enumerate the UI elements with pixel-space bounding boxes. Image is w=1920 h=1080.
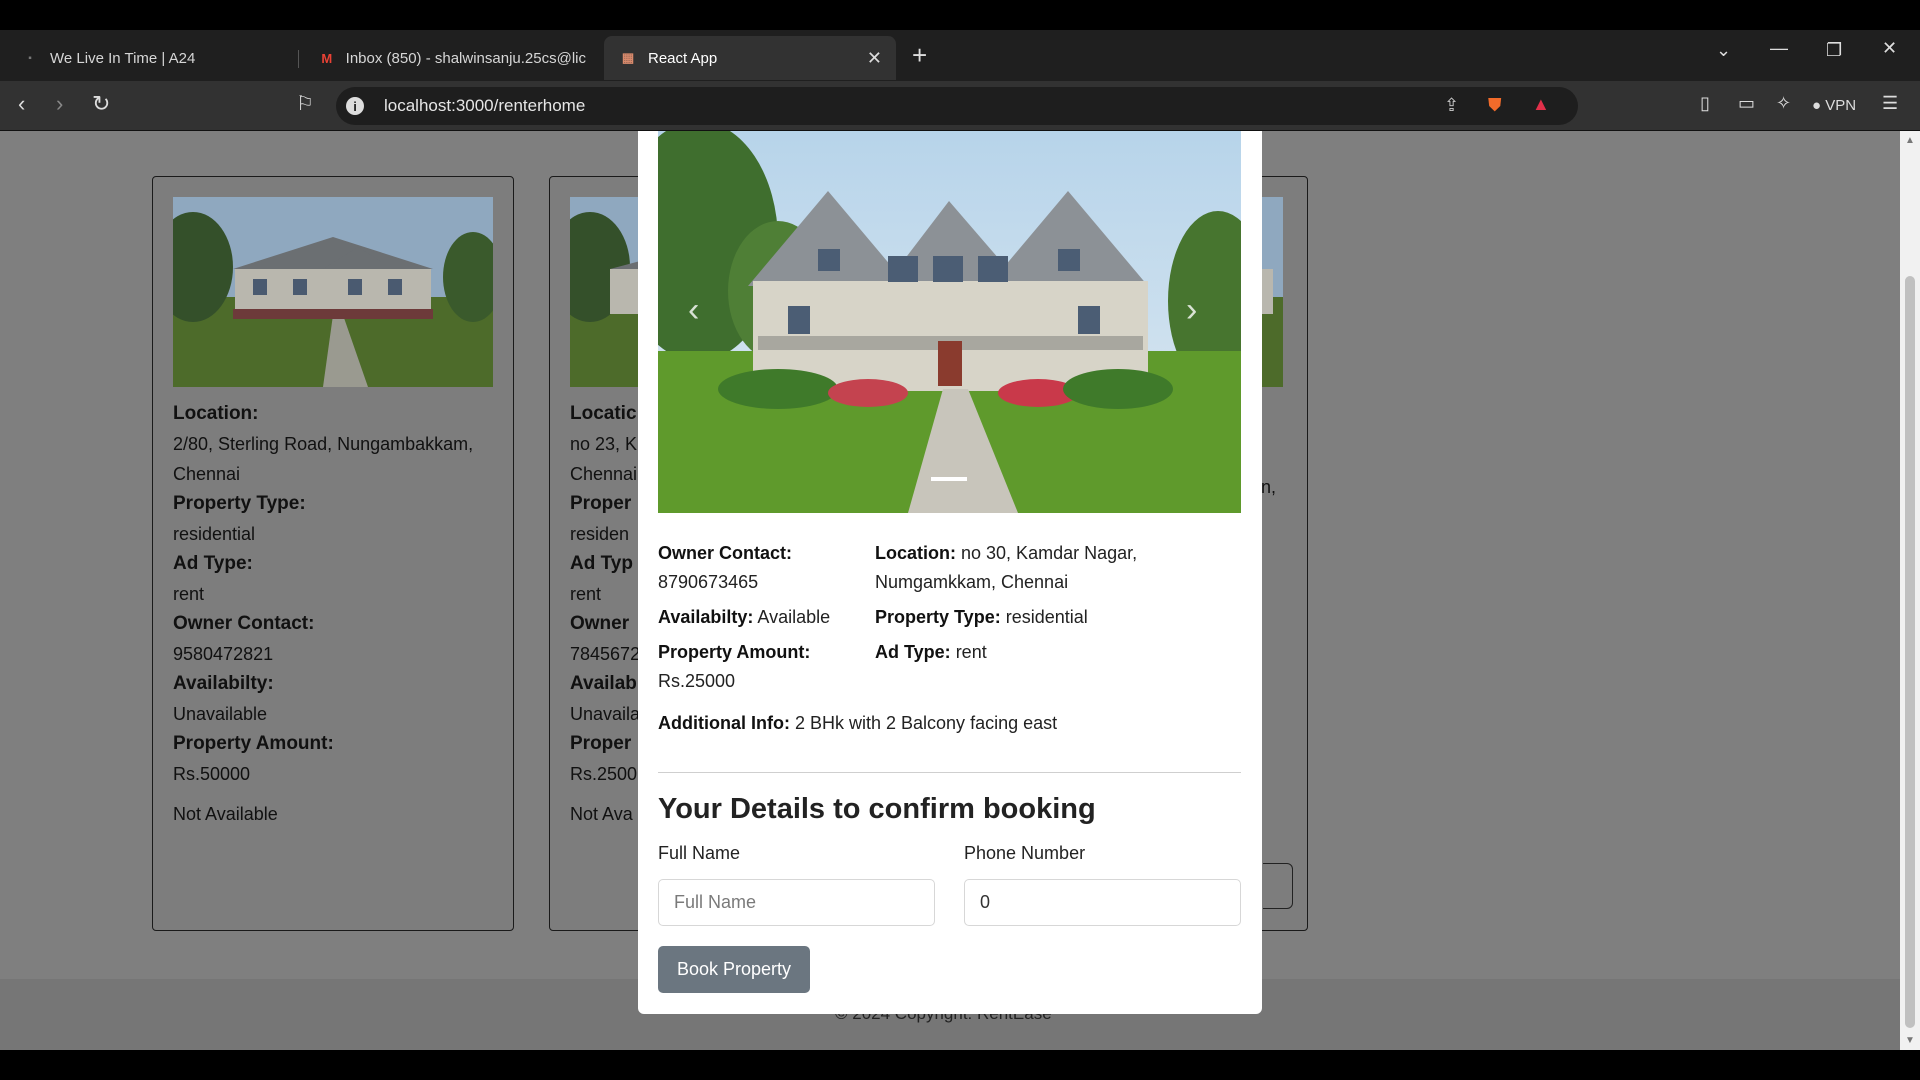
tab-title: React App: [648, 49, 718, 67]
divider: [658, 772, 1241, 773]
tab-react-app[interactable]: ▦ React App ✕: [604, 36, 896, 80]
close-window-icon[interactable]: ✕: [1882, 38, 1897, 59]
full-name-label: Full Name: [658, 843, 741, 863]
bookmark-icon[interactable]: ⚐: [296, 91, 314, 116]
tab-divider: [298, 50, 299, 68]
owner-contact-value: 8790673465: [658, 572, 759, 592]
status-text: Not Available: [173, 804, 278, 824]
screen: ▪ We Live In Time | A24 M Inbox (850) - …: [0, 0, 1920, 1080]
ad-type-row: Ad Type: rent: [875, 638, 1241, 667]
ad-type-label: Ad Type:: [875, 642, 951, 662]
page-scrollbar[interactable]: ▲ ▼: [1900, 131, 1920, 1050]
additional-info-label: Additional Info:: [658, 713, 790, 733]
location-label: Location:: [173, 403, 259, 424]
card-action-button[interactable]: [1263, 863, 1293, 909]
a24-icon: ▪: [28, 52, 32, 64]
availability-label: Availabilty:: [173, 673, 274, 694]
site-info-icon[interactable]: i: [346, 97, 364, 115]
tab-gmail[interactable]: M Inbox (850) - shalwinsanju.25cs@lic: [318, 36, 586, 80]
property-type-label: Property Type:: [875, 607, 1001, 627]
location-value: 2/80, Sterling Road, Nungambakkam, Chenn…: [173, 434, 474, 484]
tab-list-chevron-icon[interactable]: ⌄: [1716, 40, 1731, 61]
tab-title: Inbox (850) - shalwinsanju.25cs@lic: [345, 49, 586, 67]
vpn-button[interactable]: ● VPN: [1812, 97, 1856, 114]
carousel-indicator[interactable]: [931, 477, 967, 481]
scroll-down-icon[interactable]: ▼: [1905, 1035, 1915, 1046]
property-amount-value: Rs.50000: [173, 764, 251, 784]
reload-icon[interactable]: ↻: [92, 91, 110, 117]
ad-type-value: rent: [955, 642, 987, 662]
address-bar[interactable]: i localhost:3000/renterhome ⇪ ⛊ ▲: [336, 87, 1578, 125]
brave-rewards-icon[interactable]: ▲: [1532, 94, 1550, 115]
property-amount-value: Rs.25000: [658, 671, 736, 691]
booking-modal: ‹ › Owner Contact: 8790673465 Availabilt…: [638, 131, 1262, 1014]
availability-label: Availabilty:: [658, 607, 754, 627]
ad-type-label: Ad Type:: [173, 553, 253, 574]
additional-info: Additional Info: 2 BHk with 2 Balcony fa…: [658, 713, 1057, 734]
full-name-input[interactable]: [658, 879, 935, 926]
availability-value: Unavailable: [173, 704, 268, 724]
sidebar-icon[interactable]: ▯: [1700, 93, 1710, 114]
scroll-thumb[interactable]: [1905, 276, 1915, 1028]
url-text: localhost:3000/renterhome: [384, 96, 586, 115]
forward-icon[interactable]: ›: [56, 91, 63, 117]
property-carousel[interactable]: ‹ ›: [658, 131, 1241, 513]
owner-contact-row: Owner Contact:: [658, 539, 868, 568]
property-info: Location: 2/80, Sterling Road, Nungambak…: [173, 399, 493, 829]
property-type-label: Property Type:: [173, 493, 306, 514]
browser-toolbar: ‹ › ↻ ⚐ i localhost:3000/renterhome ⇪ ⛊ …: [0, 81, 1920, 131]
brave-shield-icon[interactable]: ⛊: [1488, 95, 1502, 116]
carousel-next-icon[interactable]: ›: [1186, 291, 1197, 330]
property-amount-label: Property Amount:: [173, 733, 334, 754]
tab-a24[interactable]: ▪ We Live In Time | A24: [20, 36, 290, 80]
menu-icon[interactable]: ☰: [1882, 93, 1898, 114]
additional-info-value: 2 BHk with 2 Balcony facing east: [794, 713, 1058, 733]
minimize-icon[interactable]: —: [1770, 38, 1788, 59]
property-type-value: residential: [173, 524, 256, 544]
property-amount-label: Property Amount:: [658, 642, 811, 662]
location-partial: n,: [1261, 477, 1277, 497]
vpn-label: VPN: [1825, 97, 1857, 114]
restore-icon[interactable]: ❐: [1826, 40, 1842, 61]
back-icon[interactable]: ‹: [18, 91, 25, 117]
scroll-up-icon[interactable]: ▲: [1905, 135, 1915, 146]
share-icon[interactable]: ⇪: [1444, 95, 1459, 116]
property-type-row: Property Type: residential: [875, 603, 1241, 632]
phone-number-label: Phone Number: [964, 843, 1086, 863]
property-image: [173, 197, 493, 387]
details-left-column: Owner Contact: 8790673465 Availabilty: A…: [658, 539, 868, 696]
tab-title: We Live In Time | A24: [50, 49, 196, 67]
owner-contact-label: Owner Contact:: [658, 543, 793, 563]
new-tab-button[interactable]: +: [912, 40, 927, 71]
property-photo: [658, 131, 1241, 513]
property-amount-row: Property Amount:: [658, 638, 868, 667]
book-property-button[interactable]: Book Property: [658, 946, 810, 993]
bottom-bar: [0, 1050, 1920, 1080]
wallet-icon[interactable]: ▭: [1738, 93, 1755, 114]
react-app-icon: ▦: [621, 50, 635, 65]
details-right-column: Location: no 30, Kamdar Nagar, Numgamkka…: [875, 539, 1241, 667]
tab-bar: ▪ We Live In Time | A24 M Inbox (850) - …: [0, 30, 1920, 81]
property-type-value: residential: [1005, 607, 1088, 627]
owner-contact-value: 9580472821: [173, 644, 274, 664]
property-card: Location: 2/80, Sterling Road, Nungambak…: [152, 176, 514, 931]
close-tab-icon[interactable]: ✕: [867, 48, 882, 69]
gmail-icon: M: [321, 50, 333, 66]
booking-form-title: Your Details to confirm booking: [658, 793, 1096, 825]
owner-contact-label: Owner Contact:: [173, 613, 315, 634]
location-row: Location: no 30, Kamdar Nagar, Numgamkka…: [875, 539, 1241, 597]
location-value: no 23, K Chennai: [570, 434, 638, 484]
phone-number-input[interactable]: [964, 879, 1241, 926]
availability-value: Available: [757, 607, 831, 627]
location-label: Location:: [875, 543, 956, 563]
carousel-prev-icon[interactable]: ‹: [688, 291, 699, 330]
availability-row: Availabilty: Available: [658, 603, 868, 632]
ad-type-value: rent: [173, 584, 205, 604]
leo-ai-icon[interactable]: ✧: [1776, 93, 1791, 114]
